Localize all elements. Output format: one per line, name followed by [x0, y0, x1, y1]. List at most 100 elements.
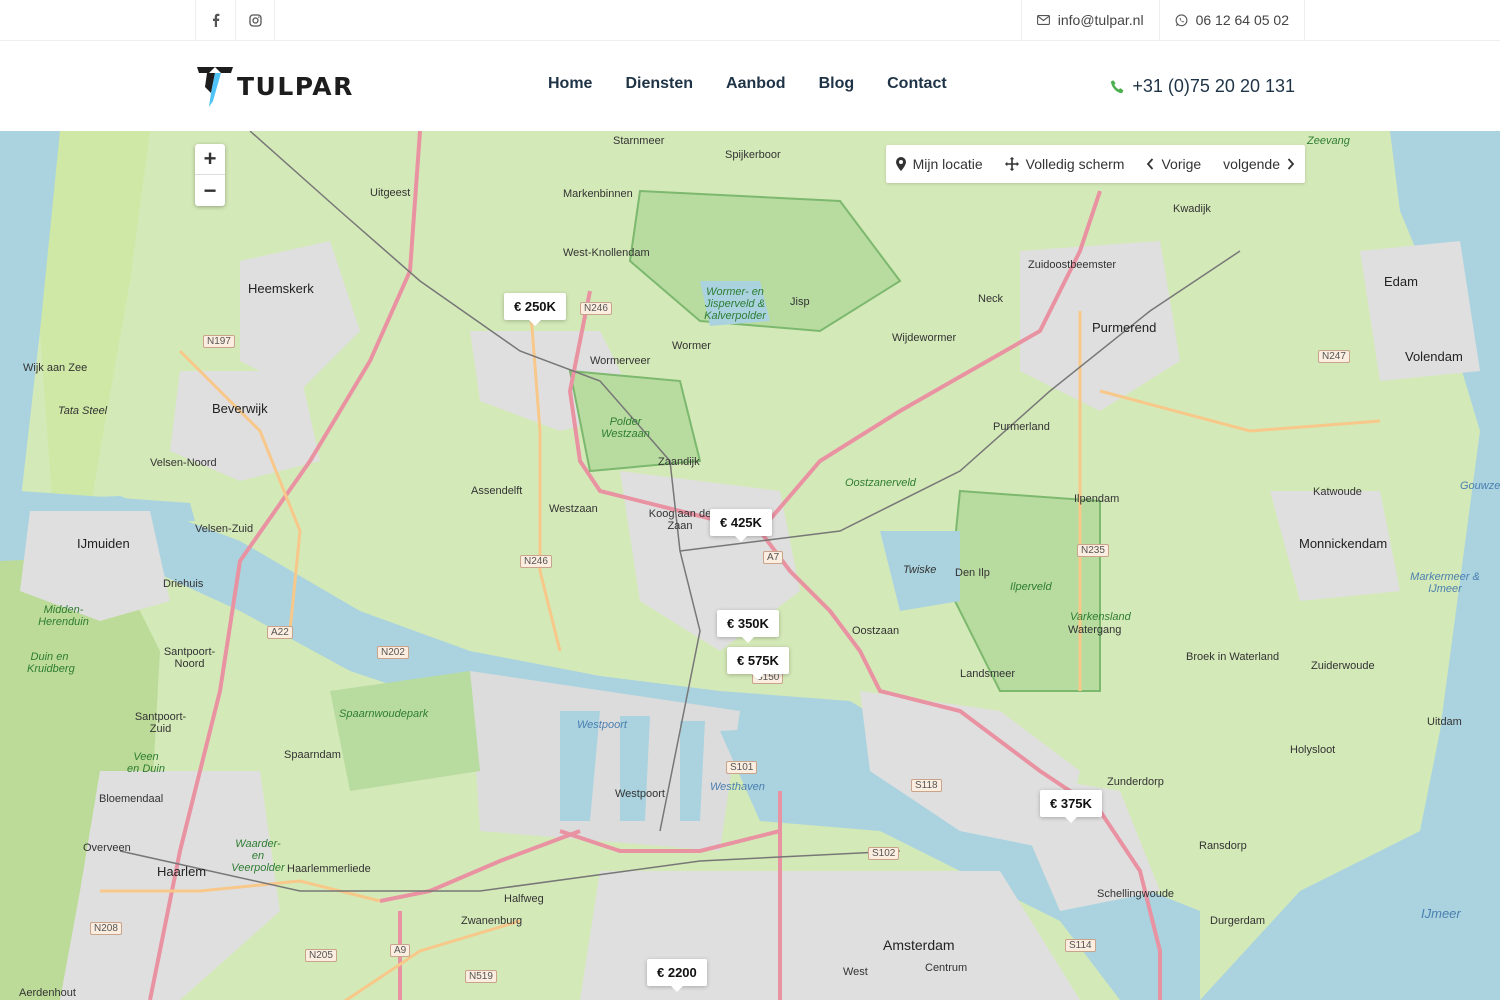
place-label: Ilperveld	[1010, 581, 1052, 593]
place-label: Wijk aan Zee	[23, 362, 88, 374]
place-label: Centrum	[925, 962, 968, 974]
place-label: Wijdewormer	[892, 332, 957, 344]
previous-button[interactable]: Vorige	[1146, 156, 1201, 172]
phone-icon	[1111, 79, 1124, 93]
place-label: Assendelft	[471, 485, 523, 497]
place-label: Holysloot	[1290, 744, 1336, 756]
fullscreen-button[interactable]: Volledig scherm	[1004, 156, 1125, 172]
whatsapp-link[interactable]: 06 12 64 05 02	[1158, 0, 1305, 40]
place-label: Driehuis	[163, 578, 204, 590]
property-map[interactable]: Starnmeer Spijkerboor Uitgeest Markenbin…	[0, 131, 1500, 1000]
road-shield: N235	[1077, 544, 1109, 557]
place-label: Zuidoostbeemster	[1028, 259, 1117, 271]
road-shield: N208	[90, 922, 122, 935]
road-shield: S102	[868, 847, 900, 860]
place-label: Overveen	[83, 842, 131, 854]
price-marker[interactable]: € 350K	[717, 610, 779, 643]
place-label: Starnmeer	[613, 135, 665, 147]
place-label: Polder Westzaan	[601, 416, 650, 440]
chevron-left-icon	[1147, 158, 1154, 170]
contact-info: info@tulpar.nl 06 12 64 05 02	[1020, 0, 1305, 40]
place-label: Veen en Duin	[127, 751, 165, 775]
map-tiles	[0, 131, 1500, 1000]
logo-text: TULPAR	[237, 71, 354, 101]
place-label: Spaarndam	[284, 749, 341, 761]
place-label: Katwoude	[1313, 486, 1362, 498]
place-label: Zaandijk	[658, 456, 700, 468]
main-nav: Home Diensten Aanbod Blog Contact	[548, 75, 947, 93]
place-label: Zwanenburg	[461, 915, 523, 927]
fullscreen-label: Volledig scherm	[1025, 156, 1125, 172]
social-links	[195, 0, 275, 40]
place-label: Oostzanerveld	[845, 477, 916, 489]
place-label: Spijkerboor	[725, 149, 781, 161]
place-label: West	[843, 966, 868, 978]
place-label: Watergang	[1068, 624, 1122, 636]
email-text: info@tulpar.nl	[1057, 12, 1144, 28]
email-link[interactable]: info@tulpar.nl	[1020, 0, 1159, 40]
place-label: Schellingwoude	[1097, 888, 1175, 900]
place-label: Purmerland	[993, 421, 1050, 433]
header-phone[interactable]: +31 (0)75 20 20 131	[1110, 76, 1295, 97]
place-label: Tata Steel	[58, 405, 108, 417]
place-label: Westpoort	[615, 788, 665, 800]
price-marker[interactable]: € 575K	[727, 647, 789, 680]
place-label: Zuiderwoude	[1311, 660, 1375, 672]
place-label: Durgerdam	[1210, 915, 1266, 927]
tulpar-logo-icon	[197, 67, 233, 107]
nav-contact[interactable]: Contact	[887, 75, 947, 93]
zoom-in-button[interactable]: +	[195, 144, 225, 175]
move-arrows-icon	[1004, 157, 1019, 171]
road-shield: S101	[726, 761, 758, 774]
place-label: Edam	[1384, 274, 1418, 289]
place-label: Oostzaan	[852, 625, 900, 637]
chevron-right-icon	[1287, 158, 1295, 170]
zoom-out-button[interactable]: −	[195, 175, 225, 206]
main-header: TULPAR Home Diensten Aanbod Blog Contact…	[0, 41, 1500, 131]
road-shield: N205	[305, 949, 337, 962]
road-shield: A22	[267, 626, 293, 639]
road-shield: N246	[580, 302, 612, 315]
place-label: Velsen-Noord	[150, 457, 217, 469]
place-label: Wormer- en Jisperveld & Kalverpolder	[704, 286, 766, 322]
place-label: Gouwzee	[1460, 480, 1500, 492]
phone-text: +31 (0)75 20 20 131	[1132, 76, 1295, 96]
price-marker[interactable]: € 425K	[710, 509, 772, 542]
place-label: Zunderdorp	[1107, 776, 1164, 788]
logo[interactable]: TULPAR	[195, 63, 354, 109]
nav-blog[interactable]: Blog	[819, 75, 855, 93]
place-label: Zeevang	[1307, 135, 1350, 147]
place-label: Heemskerk	[248, 281, 314, 296]
place-label: Purmerend	[1092, 320, 1157, 335]
next-label: volgende	[1223, 156, 1280, 172]
map-toolbar: Mijn locatie Volledig scherm Vorige volg…	[885, 145, 1305, 183]
road-shield: A9	[390, 944, 411, 957]
road-shield: N202	[377, 646, 409, 659]
place-label: Uitgeest	[370, 187, 411, 199]
place-label: Monnickendam	[1299, 536, 1388, 551]
instagram-icon[interactable]	[235, 0, 275, 40]
place-label: Santpoort-Noord	[163, 646, 216, 670]
place-label: Koog aan de Zaan	[648, 508, 712, 532]
place-label: Wormerveer	[590, 355, 651, 367]
place-label: Markermeer & IJmeer	[1410, 571, 1480, 595]
facebook-icon[interactable]	[195, 0, 235, 40]
nav-home[interactable]: Home	[548, 75, 592, 93]
top-bar: info@tulpar.nl 06 12 64 05 02	[0, 0, 1500, 41]
whatsapp-text: 06 12 64 05 02	[1195, 12, 1289, 28]
place-label: Beverwijk	[212, 401, 268, 416]
place-label: Bloemendaal	[99, 793, 164, 805]
place-label: Kwadijk	[1173, 203, 1211, 215]
price-marker[interactable]: € 375K	[1040, 790, 1102, 823]
nav-diensten[interactable]: Diensten	[625, 75, 693, 93]
my-location-label: Mijn locatie	[912, 156, 983, 172]
place-label: Haarlemmerliede	[287, 863, 371, 875]
place-label: Waarder- en Veerpolder	[231, 838, 285, 874]
price-marker[interactable]: € 250K	[504, 293, 566, 326]
price-marker[interactable]: € 2200	[647, 959, 707, 992]
place-label: Landsmeer	[960, 668, 1016, 680]
nav-aanbod[interactable]: Aanbod	[726, 75, 786, 93]
my-location-button[interactable]: Mijn locatie	[895, 156, 983, 172]
place-label: Uitdam	[1427, 716, 1462, 728]
next-button[interactable]: volgende	[1223, 156, 1295, 172]
